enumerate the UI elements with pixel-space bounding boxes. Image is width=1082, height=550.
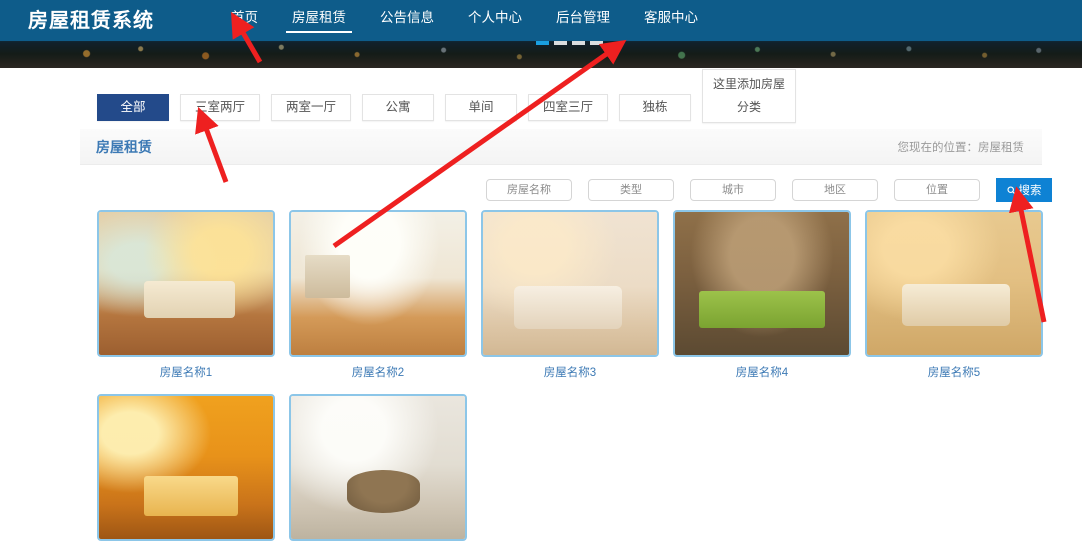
- room-photo: [99, 396, 273, 539]
- top-navigation-bar: 房屋租赁系统 首页 房屋租赁 公告信息 个人中心 后台管理 客服中心: [0, 0, 1082, 36]
- house-card-caption[interactable]: 房屋名称5: [865, 364, 1043, 380]
- house-card[interactable]: 房屋名称5: [865, 210, 1043, 380]
- house-card-caption[interactable]: 房屋名称2: [289, 364, 467, 380]
- house-card-grid: 房屋名称1 房屋名称2 房屋名称3 房屋名称4 房屋名称5 房屋名称6 这里添加…: [97, 210, 1057, 550]
- house-card-image[interactable]: [673, 210, 851, 357]
- nav-item-customer-service[interactable]: 客服中心: [627, 0, 715, 36]
- carousel-indicators[interactable]: [536, 41, 603, 45]
- search-button-label: 搜索: [1018, 185, 1042, 197]
- house-card-add-rental[interactable]: 这里添加出租的房屋: [289, 394, 467, 550]
- house-card-caption[interactable]: 房屋名称3: [481, 364, 659, 380]
- category-filter-bar: 全部 三室两厅 两室一厅 公寓 单间 四室三厅 独栋 这里添加房屋 分类: [97, 69, 797, 123]
- filter-button-2br1lr[interactable]: 两室一厅: [271, 94, 352, 121]
- filter-button-all[interactable]: 全部: [97, 94, 169, 121]
- house-card-image[interactable]: [289, 394, 467, 541]
- nav-item-admin[interactable]: 后台管理: [539, 0, 627, 36]
- search-input-district[interactable]: 地区: [792, 179, 878, 201]
- house-card[interactable]: 房屋名称3: [481, 210, 659, 380]
- filter-button-3br2lr[interactable]: 三室两厅: [180, 94, 261, 121]
- filter-button-4br3lr[interactable]: 四室三厅: [528, 94, 609, 121]
- breadcrumb-location: 您现在的位置：房屋租赁: [897, 141, 1025, 154]
- filter-button-detached[interactable]: 独栋: [619, 94, 692, 121]
- page-title: 房屋租赁: [96, 138, 152, 155]
- house-card-caption[interactable]: 房屋名称4: [673, 364, 851, 380]
- site-brand-title: 房屋租赁系统: [28, 9, 154, 32]
- search-input-city[interactable]: 城市: [690, 179, 776, 201]
- add-category-line2: 分类: [737, 100, 762, 115]
- nav-item-home[interactable]: 首页: [214, 0, 275, 36]
- add-house-category-button[interactable]: 这里添加房屋 分类: [702, 69, 797, 123]
- carousel-dot-4[interactable]: [590, 41, 603, 45]
- add-category-line1: 这里添加房屋: [713, 77, 786, 92]
- house-card-image[interactable]: [97, 210, 275, 357]
- nav-item-house-rental[interactable]: 房屋租赁: [275, 0, 363, 36]
- search-input-house-name[interactable]: 房屋名称: [486, 179, 572, 201]
- nav-item-announcements[interactable]: 公告信息: [363, 0, 451, 36]
- search-icon: [1006, 185, 1016, 195]
- carousel-dot-1[interactable]: [536, 41, 549, 45]
- room-photo: [99, 212, 273, 355]
- page-root: 房屋租赁系统 首页 房屋租赁 公告信息 个人中心 后台管理 客服中心 全部 三室…: [0, 0, 1082, 550]
- room-photo: [867, 212, 1041, 355]
- room-photo: [675, 212, 849, 355]
- search-filter-row: 房屋名称 类型 城市 地区 位置 搜索: [486, 178, 1052, 202]
- room-photo: [483, 212, 657, 355]
- carousel-dot-2[interactable]: [554, 41, 567, 45]
- nav-links: 首页 房屋租赁 公告信息 个人中心 后台管理 客服中心: [214, 0, 715, 36]
- house-card-image[interactable]: [289, 210, 467, 357]
- room-photo: [291, 212, 465, 355]
- carousel-dot-3[interactable]: [572, 41, 585, 45]
- house-card[interactable]: 房屋名称1: [97, 210, 275, 380]
- filter-button-apartment[interactable]: 公寓: [362, 94, 435, 121]
- house-card-image[interactable]: [97, 394, 275, 541]
- house-card[interactable]: 房屋名称2: [289, 210, 467, 380]
- search-input-location[interactable]: 位置: [894, 179, 980, 201]
- room-photo: [291, 396, 465, 539]
- house-card-image[interactable]: [865, 210, 1043, 357]
- search-button[interactable]: 搜索: [996, 178, 1052, 202]
- breadcrumb-bar: 房屋租赁 您现在的位置：房屋租赁: [80, 129, 1042, 165]
- filter-button-single-room[interactable]: 单间: [445, 94, 518, 121]
- house-card[interactable]: 房屋名称6: [97, 394, 275, 550]
- house-card[interactable]: 房屋名称4: [673, 210, 851, 380]
- house-card-caption[interactable]: 房屋名称1: [97, 364, 275, 380]
- search-input-type[interactable]: 类型: [588, 179, 674, 201]
- nav-item-personal-center[interactable]: 个人中心: [451, 0, 539, 36]
- house-card-image[interactable]: [481, 210, 659, 357]
